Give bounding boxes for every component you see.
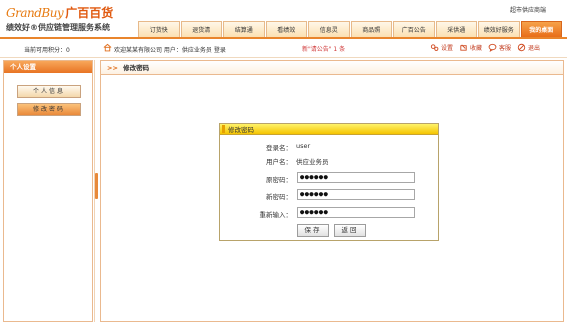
favorite-button[interactable]: 收藏 — [459, 43, 482, 52]
tab-return[interactable]: 退货清 — [180, 21, 222, 37]
tab-service[interactable]: 绩效好服务 — [478, 21, 520, 37]
login-label: 登录名： — [266, 144, 292, 152]
settings-label: 设置 — [441, 45, 454, 52]
breadcrumb-label: 修改密码 — [123, 64, 150, 72]
service-label: 客服 — [499, 45, 512, 52]
new-password-row: 新密码： ●●●●●● — [220, 189, 440, 201]
dialog-title-text: 修改密码 — [228, 126, 254, 134]
points-text: 当前可用积分：0 — [24, 47, 70, 54]
slogan: 绩效好®供应链管理服务系统 — [6, 23, 110, 32]
left-panel-title: 个人设置 — [4, 61, 92, 73]
splitter-handle[interactable] — [95, 173, 98, 199]
tab-performance[interactable]: 看绩效 — [265, 21, 307, 37]
confirm-password-label: 重新输入： — [259, 211, 293, 219]
tab-supply[interactable]: 采供通 — [435, 21, 477, 37]
logout-icon — [517, 43, 526, 52]
settings-button[interactable]: 设置 — [430, 43, 453, 52]
favorite-icon — [460, 44, 467, 51]
login-row: 登录名： user — [220, 140, 440, 152]
change-password-button[interactable]: 修改密码 — [17, 103, 81, 116]
username-row: 用户名： 供应业务员 — [220, 154, 440, 166]
logo-latin: GrandBuy — [6, 6, 64, 20]
toolbar: 设置 收藏 客服 退出 — [430, 43, 546, 52]
tab-info[interactable]: 信息灵 — [308, 21, 350, 37]
save-button[interactable]: 保存 — [297, 224, 329, 237]
tab-announcement[interactable]: 广百公告 — [393, 21, 435, 37]
breadcrumb: >> 修改密码 — [101, 61, 563, 75]
logout-button[interactable]: 退出 — [517, 43, 540, 52]
site-name: 超市供应商端 — [510, 7, 547, 14]
chevron-right-icon: >> — [107, 64, 118, 72]
notice-link[interactable]: 新"请公告" 1 条 — [302, 44, 345, 53]
login-value: user — [296, 142, 311, 150]
favorite-label: 收藏 — [470, 45, 483, 52]
header: GrandBuy 广百百货 绩效好®供应链管理服务系统 超市供应商端 订货快 退… — [0, 0, 567, 38]
logo-cn: 广百百货 — [65, 6, 114, 20]
old-password-label: 原密码： — [266, 176, 292, 184]
home-icon — [103, 43, 112, 52]
username-label: 用户名： — [266, 158, 292, 166]
service-icon — [488, 43, 497, 52]
tab-desktop[interactable]: 我的桌面 — [520, 21, 562, 37]
username-value: 供应业务员 — [296, 158, 329, 166]
settings-icon — [430, 44, 439, 51]
personal-info-button[interactable]: 个人信息 — [17, 85, 81, 98]
old-password-row: 原密码： ●●●●●● — [220, 172, 440, 184]
confirm-password-row: 重新输入： ●●●●●● — [220, 207, 440, 219]
left-panel: 个人设置 个人信息 修改密码 — [3, 60, 93, 322]
logout-label: 退出 — [528, 45, 541, 52]
service-button[interactable]: 客服 — [488, 43, 511, 52]
old-password-input[interactable]: ●●●●●● — [297, 172, 415, 183]
change-password-dialog: 修改密码 登录名： user 用户名： 供应业务员 原密码： ●●●●●● 新密… — [219, 123, 439, 241]
confirm-password-input[interactable]: ●●●●●● — [297, 207, 415, 218]
dialog-title: 修改密码 — [220, 124, 438, 135]
logo: GrandBuy 广百百货 — [6, 4, 114, 20]
welcome-text: 欢迎某某有限公司 用户：供应业务员 登录 — [114, 47, 226, 54]
tab-settlement[interactable]: 结算通 — [223, 21, 265, 37]
new-password-input[interactable]: ●●●●●● — [297, 189, 415, 200]
title-bar-icon — [222, 125, 225, 133]
back-button[interactable]: 返回 — [334, 224, 366, 237]
tab-order[interactable]: 订货快 — [138, 21, 180, 37]
new-password-label: 新密码： — [266, 193, 292, 201]
tab-product-photo[interactable]: 商品照 — [350, 21, 392, 37]
info-bar: 当前可用积分：0 欢迎某某有限公司 用户：供应业务员 登录 新"请公告" 1 条… — [0, 39, 567, 58]
main-nav: 订货快 退货清 结算通 看绩效 信息灵 商品照 广百公告 采供通 绩效好服务 我… — [138, 21, 563, 37]
